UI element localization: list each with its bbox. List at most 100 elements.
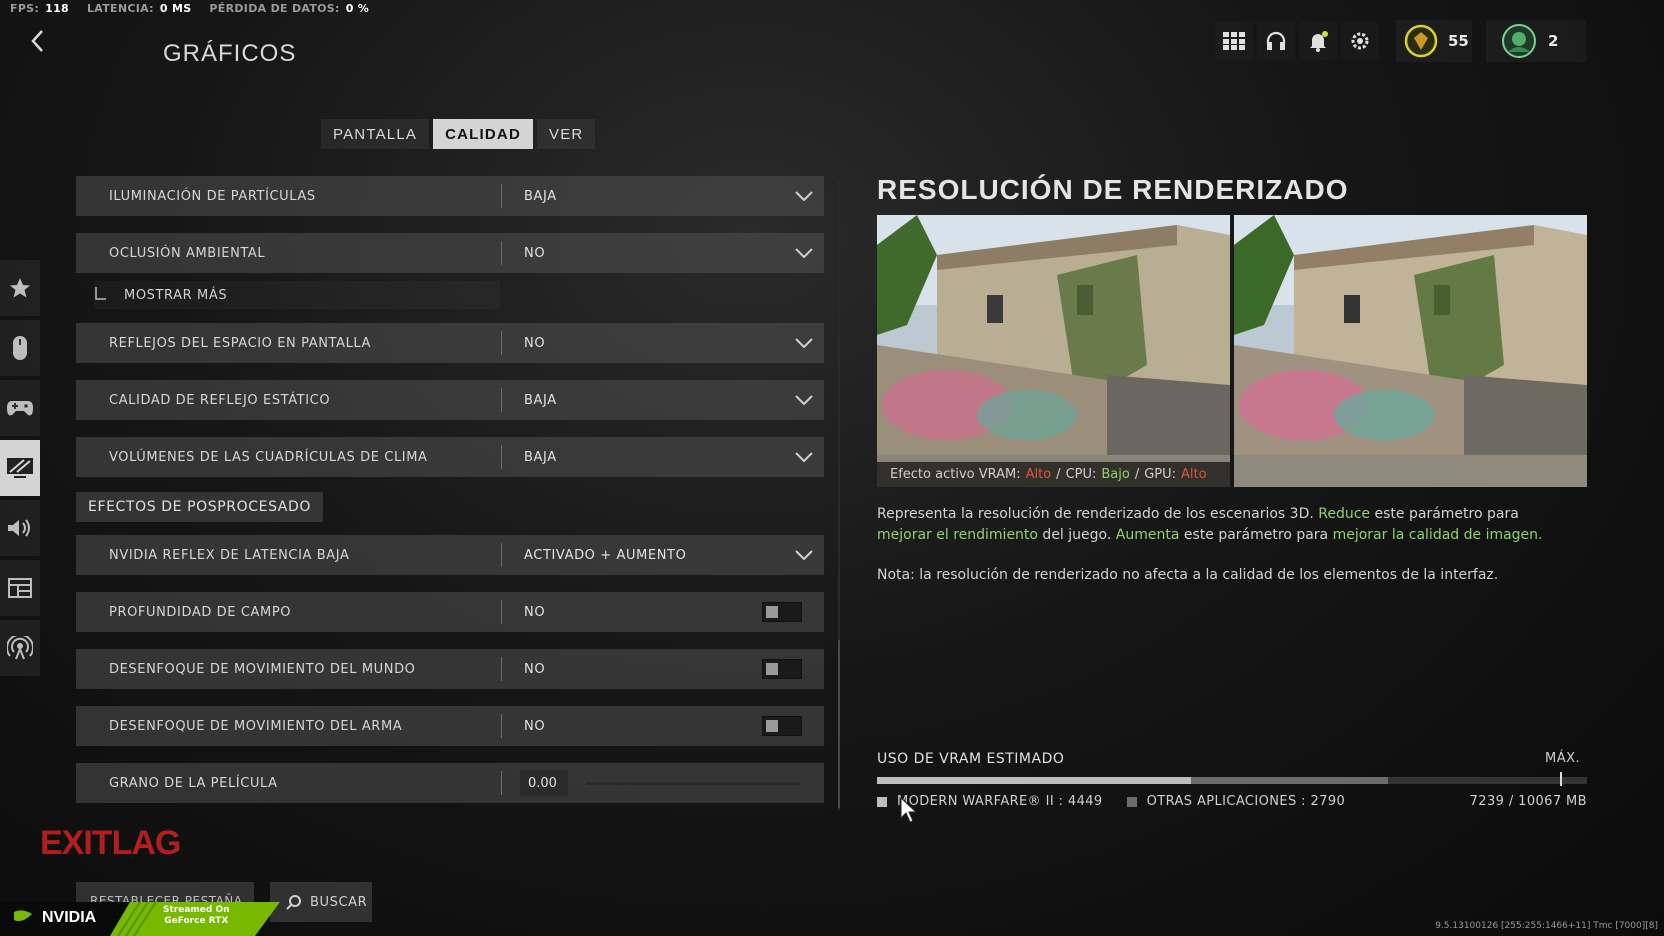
detail-title: RESOLUCIÓN DE RENDERIZADO (877, 174, 1349, 205)
chevron-down-icon (784, 248, 824, 258)
category-sidebar (0, 260, 40, 680)
sidebar-item-network[interactable] (0, 620, 40, 676)
setting-label: GRANO DE LA PELÍCULA (76, 771, 502, 795)
setting-label: PROFUNDIDAD DE CAMPO (76, 600, 502, 624)
notifications-button[interactable] (1299, 22, 1337, 60)
legend-other-label: OTRAS APLICACIONES : 2790 (1146, 794, 1346, 809)
search-button[interactable]: BUSCAR (270, 882, 372, 922)
setting-weapon-motion-blur[interactable]: DESENFOQUE DE MOVIMIENTO DEL ARMA NO (76, 706, 824, 746)
desc-text: este parámetro para (1179, 527, 1333, 543)
chevron-down-icon (784, 452, 824, 462)
tab-calidad[interactable]: CALIDAD (433, 119, 533, 149)
tab-pantalla[interactable]: PANTALLA (321, 119, 430, 149)
sidebar-item-mouse[interactable] (0, 320, 40, 376)
preview-image-high (1234, 215, 1587, 487)
rank-badge[interactable]: 55 (1396, 20, 1472, 62)
vram-max-marker (1560, 772, 1562, 786)
setting-label: VOLÚMENES DE LAS CUADRÍCULAS DE CLIMA (76, 445, 502, 469)
search-icon (286, 895, 301, 910)
page-title: GRÁFICOS (163, 40, 297, 67)
setting-value: NO (524, 718, 546, 734)
mouse-cursor-icon (900, 797, 918, 823)
film-grain-slider[interactable] (586, 781, 800, 785)
party-count: 2 (1548, 32, 1559, 50)
show-more-label: MOSTRAR MÁS (124, 287, 228, 303)
broadcast-icon (7, 636, 33, 660)
fps-value: 118 (45, 2, 69, 15)
tree-branch-icon (95, 287, 106, 300)
desc-highlight: mejorar la calidad de imagen. (1332, 527, 1543, 543)
chevron-down-icon (784, 550, 824, 560)
rank-emblem-icon (1404, 24, 1438, 58)
setting-value: ACTIVADO + AUMENTO (524, 547, 687, 563)
star-icon (10, 278, 30, 298)
cpu-effect-value: Bajo (1101, 467, 1130, 482)
chevron-left-icon (31, 30, 43, 52)
chevron-down-icon (784, 338, 824, 348)
setting-description: Representa la resolución de renderizado … (877, 504, 1577, 546)
setting-particle-lighting[interactable]: ILUMINACIÓN DE PARTÍCULAS BAJA (76, 176, 824, 216)
vram-title: USO DE VRAM ESTIMADO (877, 751, 1065, 767)
toggle-switch[interactable] (762, 659, 802, 679)
vram-bar-other (1191, 777, 1388, 784)
sidebar-item-favorites[interactable] (0, 260, 40, 316)
setting-label: NVIDIA REFLEX DE LATENCIA BAJA (76, 543, 502, 567)
toggle-switch[interactable] (762, 602, 802, 622)
separator: / (1056, 467, 1061, 482)
setting-label: DESENFOQUE DE MOVIMIENTO DEL ARMA (76, 714, 502, 738)
setting-static-reflection-quality[interactable]: CALIDAD DE REFLEJO ESTÁTICO BAJA (76, 380, 824, 420)
gpu-effect-value: Alto (1181, 467, 1207, 482)
search-label: BUSCAR (310, 894, 368, 910)
sidebar-item-audio[interactable] (0, 500, 40, 556)
party-badge[interactable]: 2 (1486, 20, 1586, 62)
section-header-post-processing: EFECTOS DE POSPROCESADO (76, 492, 323, 522)
player-avatar-icon (1502, 24, 1536, 58)
sidebar-item-controller[interactable] (0, 380, 40, 436)
vram-usage-bar (877, 777, 1587, 784)
vram-effect-value: Alto (1025, 467, 1052, 482)
setting-depth-of-field[interactable]: PROFUNDIDAD DE CAMPO NO (76, 592, 824, 632)
setting-label: REFLEJOS DEL ESPACIO EN PANTALLA (76, 331, 502, 355)
setting-weather-grid-volumes[interactable]: VOLÚMENES DE LAS CUADRÍCULAS DE CLIMA BA… (76, 437, 824, 477)
rank-level: 55 (1448, 32, 1469, 50)
setting-value: BAJA (524, 392, 557, 408)
setting-nvidia-reflex[interactable]: NVIDIA REFLEX DE LATENCIA BAJA ACTIVADO … (76, 535, 824, 575)
sidebar-item-interface[interactable] (0, 560, 40, 616)
active-effect-caption: Efecto activo VRAM: Alto / CPU: Bajo / G… (877, 462, 1230, 487)
setting-film-grain[interactable]: GRANO DE LA PELÍCULA 0.00 (76, 763, 824, 803)
setting-value: NO (524, 661, 546, 677)
interface-icon (8, 578, 32, 598)
grid-icon (1223, 32, 1245, 50)
sidebar-item-graphics[interactable] (0, 440, 40, 496)
chevron-down-icon (784, 395, 824, 405)
toggle-switch[interactable] (762, 716, 802, 736)
geforce-line-1: Streamed On (163, 905, 230, 915)
show-more-button[interactable]: MOSTRAR MÁS (94, 281, 500, 309)
list-scrollbar-thumb[interactable] (838, 640, 840, 808)
desc-text: Representa la resolución de renderizado … (877, 506, 1319, 522)
description-note: Nota: la resolución de renderizado no af… (877, 567, 1499, 583)
desc-highlight: Aumenta (1115, 527, 1180, 543)
cpu-label: CPU: (1065, 467, 1097, 482)
settings-button[interactable] (1341, 22, 1379, 60)
tab-ver[interactable]: VER (536, 119, 596, 149)
legend-swatch-game (877, 796, 887, 807)
desc-highlight: Reduce (1318, 506, 1371, 522)
fps-label: FPS: (10, 2, 40, 15)
mouse-icon (13, 336, 27, 360)
gpu-label: GPU: (1144, 467, 1177, 482)
setting-ambient-occlusion[interactable]: OCLUSIÓN AMBIENTAL NO (76, 233, 824, 273)
desc-text: este parámetro para (1370, 506, 1519, 522)
setting-value: NO (524, 335, 546, 351)
grid-menu-button[interactable] (1215, 22, 1253, 60)
setting-value: NO (524, 245, 546, 261)
headset-button[interactable] (1257, 22, 1295, 60)
vram-legend: MODERN WARFARE® II : 4449 OTRAS APLICACI… (877, 794, 1587, 809)
back-button[interactable] (18, 26, 58, 56)
legend-game-label: MODERN WARFARE® II : 4449 (897, 794, 1103, 809)
setting-world-motion-blur[interactable]: DESENFOQUE DE MOVIMIENTO DEL MUNDO NO (76, 649, 824, 689)
setting-screen-space-reflections[interactable]: REFLEJOS DEL ESPACIO EN PANTALLA NO (76, 323, 824, 363)
preview-image-low (877, 215, 1230, 487)
latency-label: LATENCIA: (86, 2, 154, 15)
slider-value-box[interactable]: 0.00 (520, 770, 568, 796)
